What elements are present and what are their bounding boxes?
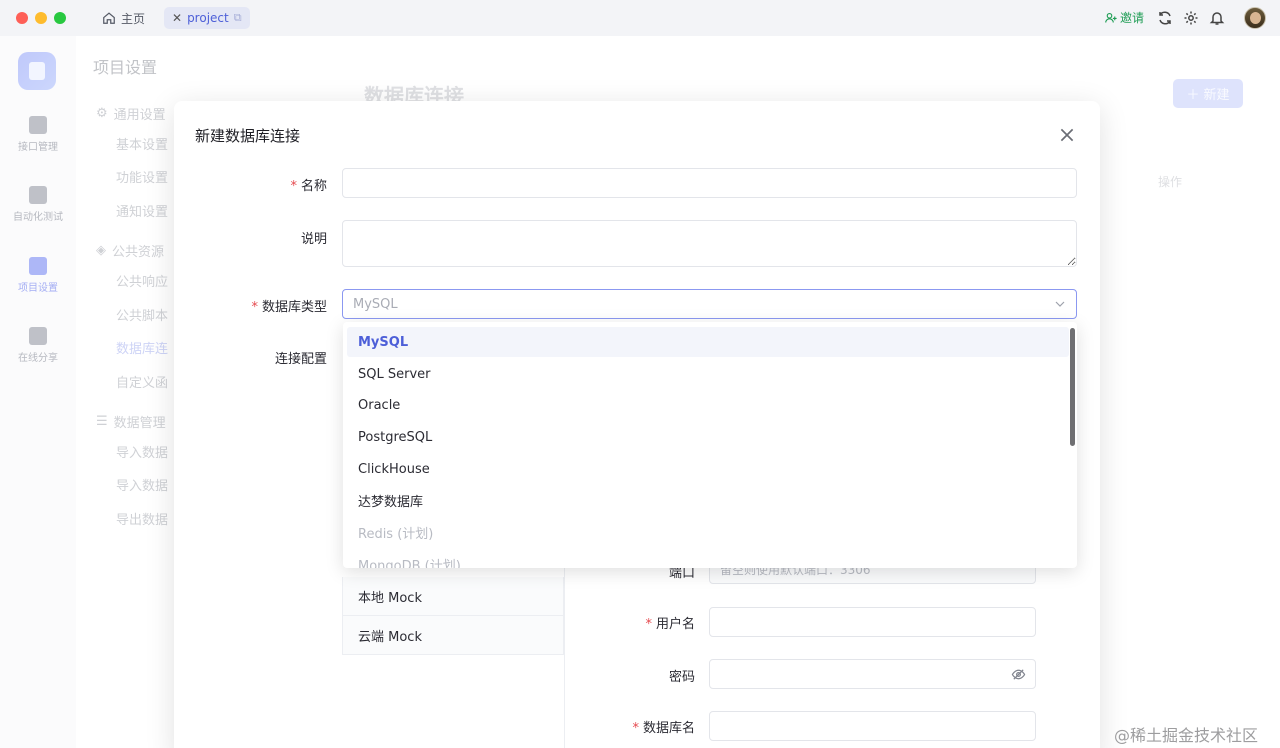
db-type-value: MySQL xyxy=(353,296,398,312)
maximize-window-button[interactable] xyxy=(54,12,66,24)
tab-project[interactable]: ✕ project ⧉ xyxy=(164,7,250,29)
invite-button[interactable]: 邀请 xyxy=(1105,9,1144,26)
dropdown-option-oracle[interactable]: Oracle xyxy=(347,390,1069,420)
dbname-label: * 数据库名 xyxy=(632,717,695,736)
db-type-select[interactable]: MySQL xyxy=(342,289,1077,319)
username-label: * 用户名 xyxy=(645,613,695,632)
config-env-cloud-mock[interactable]: 云端 Mock xyxy=(342,616,564,655)
password-input[interactable] xyxy=(709,659,1036,689)
dropdown-option-mongodb: MongoDB (计划) xyxy=(358,558,461,569)
eye-off-icon[interactable] xyxy=(1011,667,1026,682)
avatar[interactable] xyxy=(1244,7,1266,29)
db-type-label-text: 数据库类型 xyxy=(261,300,327,315)
title-bar: 主页 ✕ project ⧉ 邀请 xyxy=(0,0,1280,36)
tab-project-label: project xyxy=(187,11,229,25)
conn-config-label: 连接配置 xyxy=(274,352,327,367)
config-env-local-mock[interactable]: 本地 Mock xyxy=(342,577,564,616)
config-env-list: 本地 Mock 云端 Mock xyxy=(342,577,564,655)
required-mark: * xyxy=(645,617,652,632)
tab-home[interactable]: 主页 xyxy=(94,7,153,29)
db-type-label: * 数据库类型 xyxy=(251,296,327,315)
watermark: @稀土掘金技术社区 xyxy=(1114,726,1259,745)
sync-icon[interactable] xyxy=(1157,10,1173,26)
home-icon xyxy=(103,12,115,24)
minimize-window-button[interactable] xyxy=(35,12,47,24)
name-input[interactable] xyxy=(342,168,1077,198)
dropdown-option-redis: Redis (计划) xyxy=(358,526,434,542)
dbname-input[interactable] xyxy=(709,711,1036,741)
dropdown-option-clickhouse[interactable]: ClickHouse xyxy=(347,454,1069,484)
username-label-text: 用户名 xyxy=(655,617,695,632)
desc-textarea[interactable] xyxy=(342,220,1077,267)
gear-icon[interactable] xyxy=(1183,10,1199,26)
close-icon[interactable] xyxy=(1058,126,1076,144)
dropdown-option-mysql[interactable]: MySQL xyxy=(347,327,1069,357)
desc-label: 说明 xyxy=(300,232,327,247)
required-mark: * xyxy=(290,179,297,194)
dropdown-scrollbar[interactable] xyxy=(1070,328,1075,446)
dropdown-option-dameng[interactable]: 达梦数据库 xyxy=(347,485,1069,515)
password-label: 密码 xyxy=(668,670,695,685)
chevron-down-icon xyxy=(1055,301,1065,307)
required-mark: * xyxy=(632,721,639,736)
name-label: * 名称 xyxy=(290,175,327,194)
close-window-button[interactable] xyxy=(16,12,28,24)
bell-icon[interactable] xyxy=(1209,10,1225,26)
invite-label: 邀请 xyxy=(1119,11,1144,25)
tab-home-label: 主页 xyxy=(121,11,146,26)
close-tab-icon[interactable]: ✕ xyxy=(172,11,182,25)
add-user-icon xyxy=(1105,12,1117,23)
dbname-label-text: 数据库名 xyxy=(642,721,695,736)
db-type-dropdown: MySQL SQL Server Oracle PostgreSQL Click… xyxy=(343,322,1077,568)
username-input[interactable] xyxy=(709,607,1036,637)
name-label-text: 名称 xyxy=(300,179,327,194)
required-mark: * xyxy=(251,300,258,315)
divider xyxy=(564,561,565,748)
dialog-title: 新建数据库连接 xyxy=(195,127,301,145)
dropdown-option-sqlserver[interactable]: SQL Server xyxy=(347,359,1069,389)
dropdown-option-postgresql[interactable]: PostgreSQL xyxy=(347,422,1069,452)
external-link-icon[interactable]: ⧉ xyxy=(234,11,242,25)
